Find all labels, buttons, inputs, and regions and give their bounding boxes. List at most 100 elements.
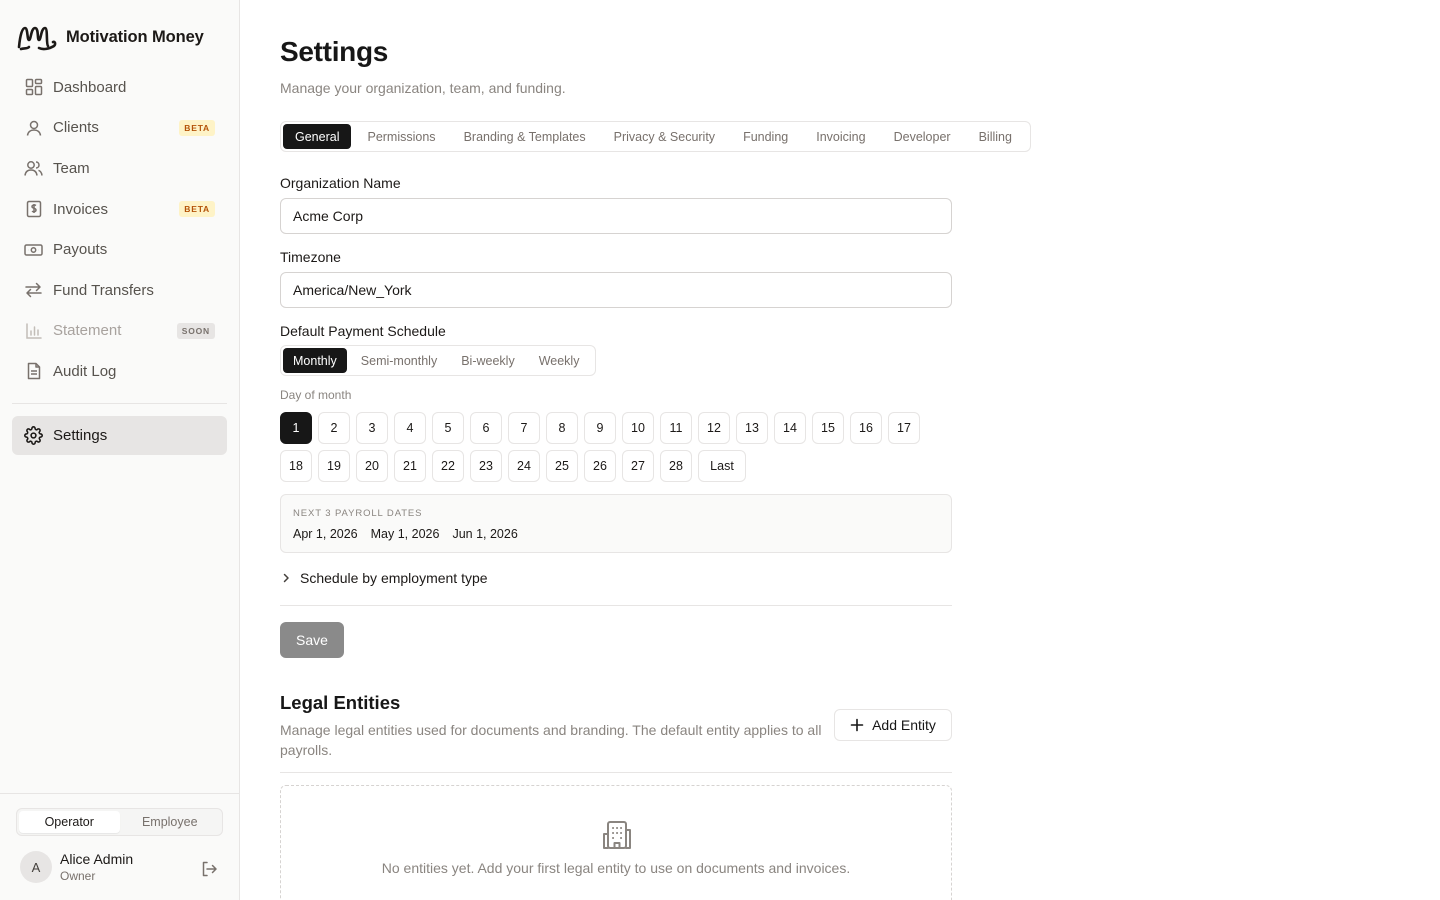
sidebar-item-clients[interactable]: Clients BETA	[12, 108, 227, 149]
day-option-21[interactable]: 21	[394, 450, 426, 482]
org-name-input[interactable]: Acme Corp	[280, 198, 952, 234]
tab-funding[interactable]: Funding	[731, 124, 800, 149]
form-divider	[280, 605, 952, 606]
day-option-15[interactable]: 15	[812, 412, 844, 444]
schedule-bi-weekly-option[interactable]: Bi-weekly	[451, 348, 525, 373]
collapse-label: Schedule by employment type	[300, 570, 488, 586]
sidebar-footer: Operator Employee A Alice Admin Owner	[0, 793, 239, 900]
tab-branding-templates[interactable]: Branding & Templates	[452, 124, 598, 149]
arrows-left-right-icon	[24, 281, 43, 300]
soon-badge: SOON	[176, 322, 215, 339]
day-option-last[interactable]: Last	[698, 450, 746, 482]
sidebar-item-dashboard[interactable]: Dashboard	[12, 67, 227, 108]
sidebar-item-statement: Statement SOON	[12, 311, 227, 352]
next-payroll-dates-title: NEXT 3 PAYROLL DATES	[293, 508, 423, 519]
day-option-17[interactable]: 17	[888, 412, 920, 444]
role-operator-option[interactable]: Operator	[19, 811, 120, 833]
sidebar-item-label: Fund Transfers	[53, 281, 154, 299]
logout-icon[interactable]	[200, 860, 218, 878]
gear-icon	[24, 425, 43, 445]
day-option-9[interactable]: 9	[584, 412, 616, 444]
day-option-22[interactable]: 22	[432, 450, 464, 482]
add-entity-button[interactable]: Add Entity	[834, 709, 952, 741]
beta-badge: BETA	[179, 200, 215, 217]
day-of-month-label: Day of month	[280, 388, 352, 402]
day-option-13[interactable]: 13	[736, 412, 768, 444]
document-icon	[24, 362, 43, 381]
user-icon	[24, 118, 43, 137]
tab-privacy-security[interactable]: Privacy & Security	[602, 124, 727, 149]
tab-general[interactable]: General	[283, 124, 352, 149]
day-option-14[interactable]: 14	[774, 412, 806, 444]
avatar: A	[20, 851, 52, 883]
next-payroll-dates-panel: NEXT 3 PAYROLL DATES Apr 1, 2026 May 1, …	[280, 494, 952, 553]
tab-permissions[interactable]: Permissions	[355, 124, 447, 149]
day-option-8[interactable]: 8	[546, 412, 578, 444]
day-option-28[interactable]: 28	[660, 450, 692, 482]
sidebar-item-label: Invoices	[53, 200, 109, 218]
day-option-25[interactable]: 25	[546, 450, 578, 482]
tab-billing[interactable]: Billing	[967, 124, 1024, 149]
role-employee-option[interactable]: Employee	[120, 811, 221, 833]
sidebar-item-settings[interactable]: Settings	[12, 415, 227, 455]
sidebar-item-invoices[interactable]: Invoices BETA	[12, 189, 227, 230]
day-option-10[interactable]: 10	[622, 412, 654, 444]
tab-invoicing[interactable]: Invoicing	[804, 124, 877, 149]
sidebar-item-label: Audit Log	[53, 362, 117, 380]
schedule-by-employment-type-toggle[interactable]: Schedule by employment type	[280, 570, 488, 586]
day-picker-row-2: 18 19 20 21 22 23 24 25 26 27 28 Last	[280, 450, 746, 482]
day-option-6[interactable]: 6	[470, 412, 502, 444]
tab-developer[interactable]: Developer	[882, 124, 963, 149]
payroll-date: May 1, 2026	[370, 527, 440, 541]
user-profile: A Alice Admin Owner	[20, 851, 133, 883]
day-option-12[interactable]: 12	[698, 412, 730, 444]
day-option-19[interactable]: 19	[318, 450, 350, 482]
day-option-20[interactable]: 20	[356, 450, 388, 482]
sidebar: Motivation Money Dashboard Clients BETA …	[0, 0, 240, 900]
day-option-24[interactable]: 24	[508, 450, 540, 482]
day-option-7[interactable]: 7	[508, 412, 540, 444]
day-option-11[interactable]: 11	[660, 412, 692, 444]
schedule-semi-monthly-option[interactable]: Semi-monthly	[351, 348, 447, 373]
day-option-27[interactable]: 27	[622, 450, 654, 482]
day-option-1[interactable]: 1	[280, 412, 312, 444]
beta-badge: BETA	[179, 119, 215, 136]
day-picker-row-1: 1 2 3 4 5 6 7 8 9 10 11 12 13 14 15 16 17	[280, 412, 920, 444]
dashboard-icon	[24, 78, 43, 97]
sidebar-item-fund-transfers[interactable]: Fund Transfers	[12, 270, 227, 311]
sidebar-item-label: Statement	[53, 322, 122, 340]
legal-entities-description: Manage legal entities used for documents…	[280, 722, 822, 758]
sidebar-item-audit-log[interactable]: Audit Log	[12, 351, 227, 392]
sidebar-item-team[interactable]: Team	[12, 148, 227, 189]
sidebar-item-label: Clients	[53, 119, 99, 137]
brand-logo-icon	[17, 26, 57, 51]
sidebar-item-label: Team	[53, 159, 90, 177]
empty-state-text: No entities yet. Add your first legal en…	[381, 860, 851, 876]
sidebar-item-label: Payouts	[53, 241, 108, 259]
sidebar-item-label: Dashboard	[53, 78, 127, 96]
day-option-16[interactable]: 16	[850, 412, 882, 444]
day-option-23[interactable]: 23	[470, 450, 502, 482]
schedule-monthly-option[interactable]: Monthly	[283, 348, 347, 373]
day-option-18[interactable]: 18	[280, 450, 312, 482]
sidebar-nav: Dashboard Clients BETA Team Invoices BET…	[12, 67, 227, 455]
day-option-4[interactable]: 4	[394, 412, 426, 444]
day-option-5[interactable]: 5	[432, 412, 464, 444]
legal-entities-title: Legal Entities	[280, 692, 401, 713]
brand[interactable]: Motivation Money	[16, 22, 204, 52]
schedule-weekly-option[interactable]: Weekly	[529, 348, 590, 373]
day-option-2[interactable]: 2	[318, 412, 350, 444]
payroll-date: Jun 1, 2026	[452, 527, 518, 541]
day-option-3[interactable]: 3	[356, 412, 388, 444]
user-name: Alice Admin	[60, 851, 134, 867]
brand-name: Motivation Money	[66, 27, 204, 46]
sidebar-item-label: Settings	[53, 426, 108, 444]
next-payroll-dates-list: Apr 1, 2026 May 1, 2026 Jun 1, 2026	[293, 527, 518, 541]
banknote-icon	[24, 240, 43, 259]
save-button[interactable]: Save	[280, 622, 344, 658]
settings-tabs: General Permissions Branding & Templates…	[280, 121, 1031, 152]
day-option-26[interactable]: 26	[584, 450, 616, 482]
chevron-right-icon	[283, 573, 289, 583]
sidebar-item-payouts[interactable]: Payouts	[12, 229, 227, 270]
timezone-input[interactable]: America/New_York	[280, 272, 952, 308]
